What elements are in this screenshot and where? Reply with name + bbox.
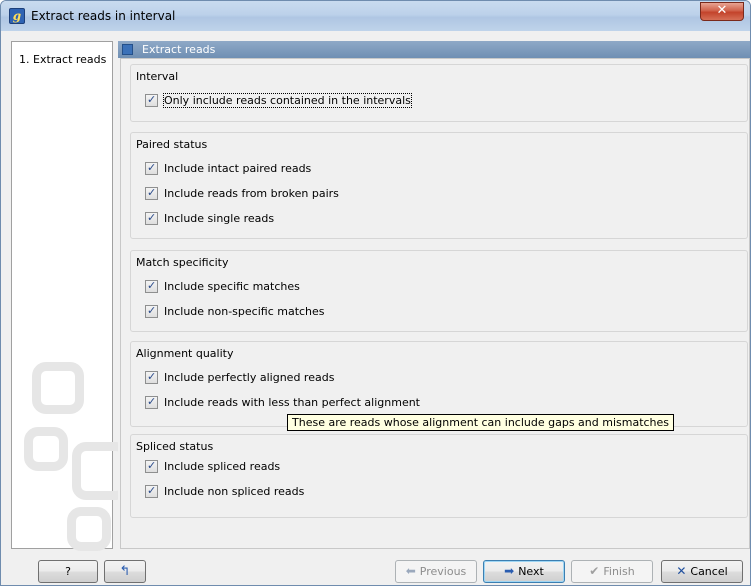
next-label: Next bbox=[518, 565, 544, 578]
reset-arrow-icon: ↰ bbox=[119, 564, 131, 579]
checkbox-box[interactable]: ✓ bbox=[145, 93, 158, 107]
check-mark-icon: ✓ bbox=[147, 186, 157, 199]
checkbox-box[interactable]: ✓ bbox=[145, 484, 158, 498]
step-item-extract-reads[interactable]: 1. Extract reads bbox=[19, 53, 106, 66]
group-title: Alignment quality bbox=[136, 347, 234, 360]
group-title: Match specificity bbox=[136, 256, 229, 269]
cancel-label: Cancel bbox=[690, 565, 728, 578]
checkbox-label: Include specific matches bbox=[164, 280, 300, 293]
x-cancel-icon: ✕ bbox=[676, 564, 687, 578]
background-decoration bbox=[67, 507, 111, 551]
panel-header-icon bbox=[122, 44, 133, 55]
check-mark-icon: ✓ bbox=[147, 211, 157, 224]
checkbox-label: Include reads with less than perfect ali… bbox=[164, 396, 420, 409]
help-button[interactable]: ? bbox=[38, 560, 98, 583]
check-mark-icon: ✓ bbox=[147, 304, 157, 317]
check-mark-icon: ✓ bbox=[147, 459, 157, 472]
check-mark-icon: ✓ bbox=[147, 161, 157, 174]
options-panel: Extract reads Interval ✓ Only include re… bbox=[118, 41, 750, 549]
checkbox-less-than-perfect[interactable]: ✓ Include reads with less than perfect a… bbox=[145, 395, 465, 411]
check-mark-icon: ✓ bbox=[147, 93, 157, 106]
app-logo-icon: g bbox=[9, 8, 25, 24]
group-paired-status: Paired status ✓ Include intact paired re… bbox=[130, 132, 748, 239]
group-interval: Interval ✓ Only include reads contained … bbox=[130, 64, 748, 122]
previous-label: Previous bbox=[419, 565, 467, 578]
checkbox-box[interactable]: ✓ bbox=[145, 459, 158, 473]
footer-button-bar: ? ↰ ⬅ Previous ➡ Next ✔ Finish ✕ Cancel bbox=[1, 551, 750, 585]
checkbox-label: Include non spliced reads bbox=[164, 485, 305, 498]
checkbox-label: Include non-specific matches bbox=[164, 305, 325, 318]
close-icon: ✕ bbox=[716, 3, 728, 18]
wizard-steps-panel: 1. Extract reads bbox=[11, 41, 130, 551]
checkbox-only-include-contained[interactable]: ✓ Only include reads contained in the in… bbox=[145, 93, 545, 109]
group-title: Spliced status bbox=[136, 440, 214, 453]
check-mark-icon: ✓ bbox=[147, 484, 157, 497]
checkbox-broken-pairs[interactable]: ✓ Include reads from broken pairs bbox=[145, 186, 445, 202]
checkbox-box[interactable]: ✓ bbox=[145, 161, 158, 175]
checkbox-perfectly-aligned[interactable]: ✓ Include perfectly aligned reads bbox=[145, 370, 465, 386]
reset-button[interactable]: ↰ bbox=[104, 560, 146, 583]
checkbox-non-specific-matches[interactable]: ✓ Include non-specific matches bbox=[145, 304, 445, 320]
tooltip: These are reads whose alignment can incl… bbox=[287, 414, 675, 431]
group-title: Interval bbox=[136, 70, 179, 83]
window-title: Extract reads in interval bbox=[31, 9, 176, 23]
question-icon: ? bbox=[65, 565, 71, 578]
check-mark-icon: ✓ bbox=[147, 279, 157, 292]
group-spliced-status: Spliced status ✓ Include spliced reads ✓… bbox=[130, 434, 748, 518]
group-title: Paired status bbox=[136, 138, 208, 151]
background-decoration bbox=[32, 362, 84, 414]
check-mark-icon: ✓ bbox=[147, 370, 157, 383]
checkbox-box[interactable]: ✓ bbox=[145, 304, 158, 318]
checkbox-label: Include reads from broken pairs bbox=[164, 187, 339, 200]
arrow-left-icon: ⬅ bbox=[405, 564, 416, 578]
background-decoration bbox=[24, 427, 68, 471]
checkbox-label: Include perfectly aligned reads bbox=[164, 371, 335, 384]
group-match-specificity: Match specificity ✓ Include specific mat… bbox=[130, 250, 748, 332]
checkbox-box[interactable]: ✓ bbox=[145, 395, 158, 409]
checkbox-intact-paired-reads[interactable]: ✓ Include intact paired reads bbox=[145, 161, 445, 177]
checkbox-label: Include single reads bbox=[164, 212, 275, 225]
panel-body: Interval ✓ Only include reads contained … bbox=[120, 58, 750, 549]
checkbox-box[interactable]: ✓ bbox=[145, 370, 158, 384]
checkbox-box[interactable]: ✓ bbox=[145, 279, 158, 293]
checkbox-box[interactable]: ✓ bbox=[145, 211, 158, 225]
panel-title: Extract reads bbox=[142, 43, 216, 56]
checkmark-icon: ✔ bbox=[589, 564, 600, 578]
checkbox-label: Include intact paired reads bbox=[164, 162, 312, 175]
close-button[interactable]: ✕ bbox=[700, 2, 744, 21]
next-button[interactable]: ➡ Next bbox=[483, 560, 565, 583]
previous-button[interactable]: ⬅ Previous bbox=[395, 560, 477, 583]
title-bar[interactable]: g Extract reads in interval ✕ bbox=[1, 1, 750, 31]
cancel-button[interactable]: ✕ Cancel bbox=[661, 560, 743, 583]
finish-label: Finish bbox=[603, 565, 635, 578]
checkbox-spliced-reads[interactable]: ✓ Include spliced reads bbox=[145, 459, 445, 475]
panel-header: Extract reads bbox=[118, 41, 750, 58]
finish-button[interactable]: ✔ Finish bbox=[571, 560, 653, 583]
checkbox-label: Only include reads contained in the inte… bbox=[163, 93, 412, 108]
check-mark-icon: ✓ bbox=[147, 395, 157, 408]
checkbox-label: Include spliced reads bbox=[164, 460, 281, 473]
checkbox-non-spliced-reads[interactable]: ✓ Include non spliced reads bbox=[145, 484, 445, 500]
dialog-window: g Extract reads in interval ✕ 1. Extract… bbox=[0, 0, 751, 586]
checkbox-specific-matches[interactable]: ✓ Include specific matches bbox=[145, 279, 445, 295]
arrow-right-icon: ➡ bbox=[504, 564, 515, 578]
checkbox-box[interactable]: ✓ bbox=[145, 186, 158, 200]
checkbox-single-reads[interactable]: ✓ Include single reads bbox=[145, 211, 445, 227]
